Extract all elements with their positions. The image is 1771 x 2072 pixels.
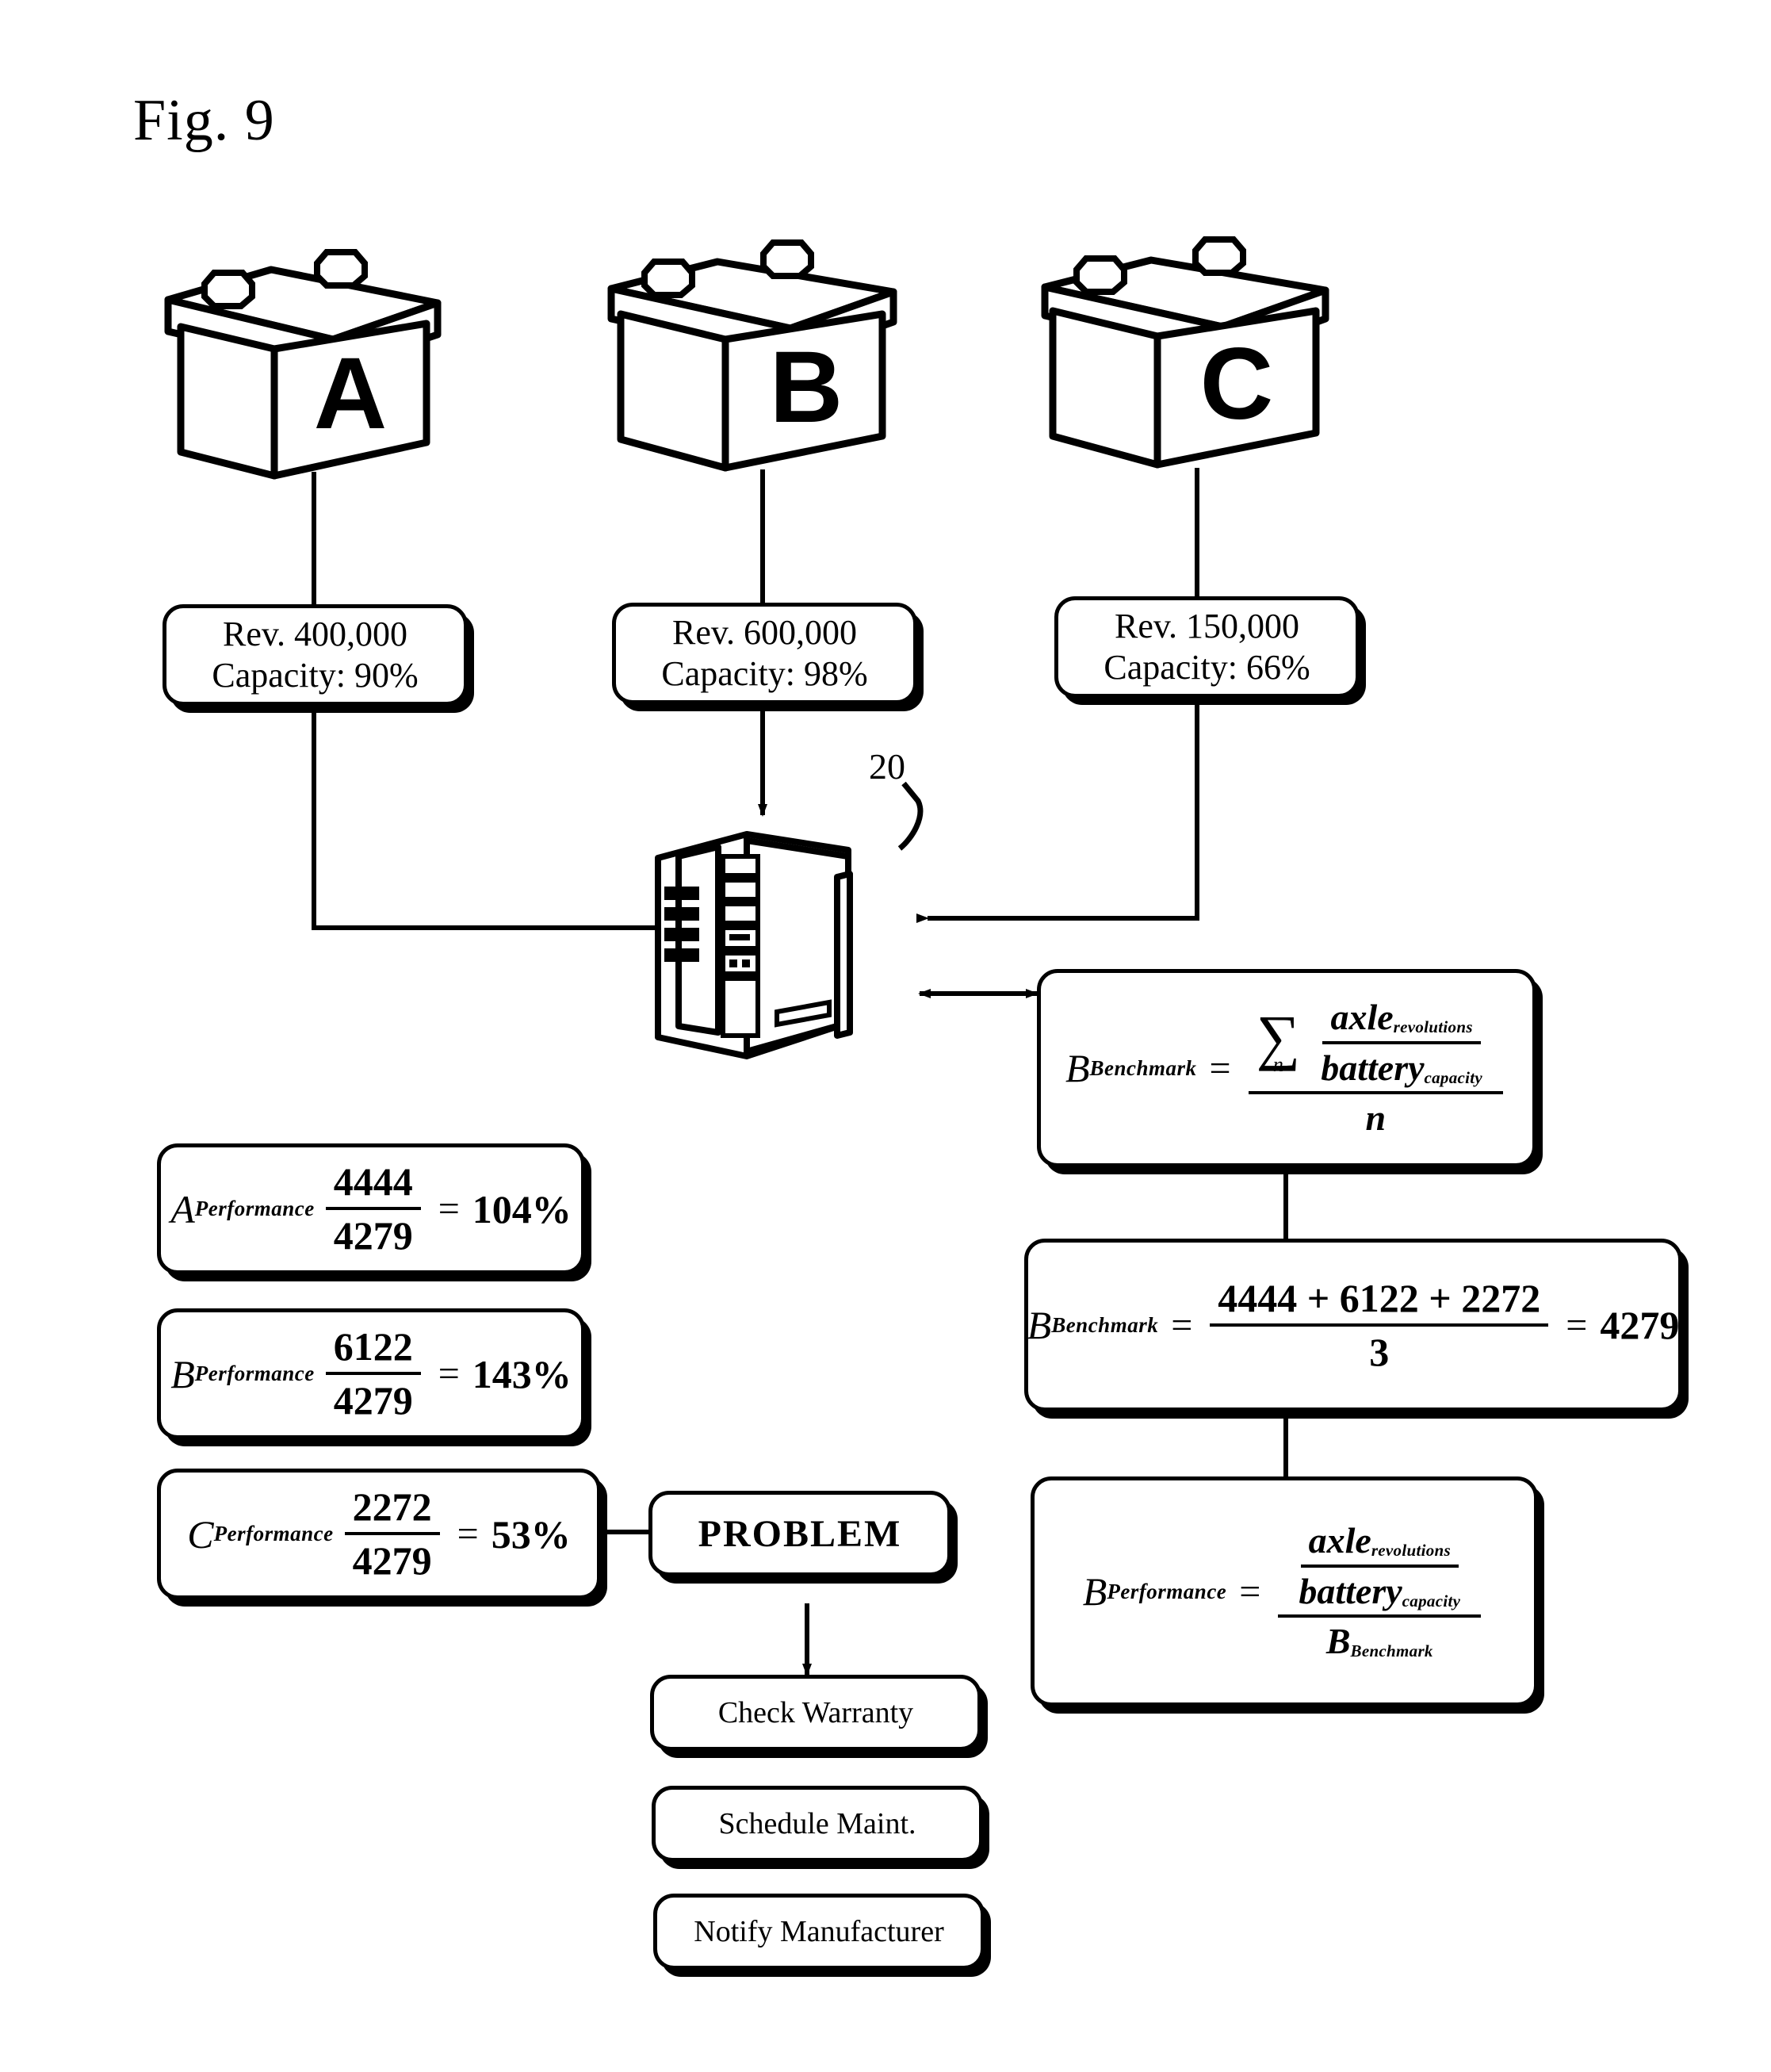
benchmark-numeric-equals: = — [1171, 1304, 1193, 1346]
perf-c-result: 53% — [491, 1511, 571, 1557]
battery-a-icon: A — [164, 249, 442, 480]
action-box-check-warranty: Check Warranty — [650, 1675, 981, 1751]
performance-general-formula-box: B Performance = axlerevolutions batteryca… — [1031, 1476, 1538, 1706]
benchmark-general-denominator: n — [1365, 1097, 1387, 1139]
perf-b-denominator: 4279 — [333, 1378, 413, 1423]
perf-axle-revolutions-base: axle — [1308, 1520, 1371, 1561]
battery-c-reading-box: Rev. 150,000 Capacity: 66% — [1054, 596, 1360, 698]
battery-a-reading-box: Rev. 400,000 Capacity: 90% — [163, 604, 468, 706]
battery-capacity-sub: capacity — [1424, 1067, 1483, 1087]
perf-a-sub: Performance — [194, 1197, 315, 1220]
perf-b-var: B — [170, 1351, 195, 1396]
patent-figure-page: Fig. 9 A B C 20 Rev. 400,000 Capacity: 9… — [0, 0, 1771, 2072]
battery-a-revolutions: Rev. 400,000 — [222, 615, 407, 654]
perf-denominator-base: B — [1325, 1621, 1351, 1662]
benchmark-general-lhs-var: B — [1065, 1046, 1090, 1090]
perf-denominator-sub: Benchmark — [1350, 1641, 1433, 1661]
perf-battery-capacity-base: battery — [1299, 1570, 1402, 1611]
benchmark-numeric-lhs-sub: Benchmark — [1051, 1312, 1159, 1337]
perf-c-var: C — [187, 1511, 214, 1557]
perf-battery-capacity-sub: capacity — [1402, 1591, 1461, 1610]
summation-index: n — [1272, 1053, 1283, 1076]
benchmark-general-equals: = — [1209, 1047, 1231, 1090]
action-label-notify-manufacturer: Notify Manufacturer — [694, 1915, 944, 1948]
performance-general-lhs-sub: Performance — [1107, 1579, 1227, 1603]
performance-result-box-b: B Performance 6122 4279 = 143% — [157, 1308, 585, 1439]
performance-result-box-c: C Performance 2272 4279 = 53% — [157, 1469, 601, 1599]
figure-label: Fig. 9 — [133, 88, 275, 153]
action-box-notify-manufacturer: Notify Manufacturer — [653, 1894, 985, 1970]
battery-a-letter: A — [314, 337, 387, 450]
action-label-check-warranty: Check Warranty — [717, 1696, 914, 1729]
benchmark-general-formula-box: B Benchmark = ∑ n axlerevolutions battery… — [1037, 969, 1536, 1167]
action-label-schedule-maint: Schedule Maint. — [718, 1807, 916, 1840]
perf-a-var: A — [170, 1186, 195, 1231]
battery-c-revolutions: Rev. 150,000 — [1114, 607, 1299, 646]
performance-general-equals: = — [1239, 1570, 1261, 1613]
benchmark-general-lhs-sub: Benchmark — [1089, 1055, 1197, 1080]
battery-b-reading-box: Rev. 600,000 Capacity: 98% — [612, 603, 917, 704]
benchmark-numeric-lhs-var: B — [1027, 1303, 1052, 1347]
perf-b-equals: = — [438, 1353, 460, 1395]
benchmark-numeric-result-equals: = — [1566, 1304, 1588, 1346]
reference-numeral-20: 20 — [869, 746, 905, 787]
battery-c-capacity: Capacity: 66% — [1104, 648, 1310, 687]
perf-axle-revolutions-sub: revolutions — [1371, 1541, 1451, 1561]
battery-b-capacity: Capacity: 98% — [661, 654, 868, 693]
perf-b-numerator: 6122 — [333, 1324, 413, 1369]
problem-label: PROBLEM — [698, 1512, 902, 1555]
perf-a-denominator: 4279 — [333, 1213, 413, 1258]
perf-c-numerator: 2272 — [352, 1484, 432, 1529]
benchmark-numeric-denominator: 3 — [1369, 1329, 1390, 1374]
perf-c-sub: Performance — [213, 1522, 334, 1545]
battery-b-revolutions: Rev. 600,000 — [671, 613, 857, 653]
benchmark-numeric-formula-box: B Benchmark = 4444 + 6122 + 2272 3 = 4279 — [1024, 1239, 1682, 1411]
server-computer-icon — [655, 831, 853, 1059]
perf-c-denominator: 4279 — [352, 1538, 432, 1583]
perf-b-sub: Performance — [194, 1362, 315, 1385]
perf-c-equals: = — [457, 1513, 479, 1555]
problem-box: PROBLEM — [648, 1491, 951, 1576]
perf-b-result: 143% — [472, 1351, 572, 1396]
benchmark-numeric-numerator: 4444 + 6122 + 2272 — [1218, 1275, 1541, 1320]
battery-capacity-base: battery — [1321, 1047, 1425, 1088]
battery-c-letter: C — [1200, 327, 1273, 441]
axle-revolutions-base: axle — [1330, 997, 1394, 1038]
battery-a-capacity: Capacity: 90% — [212, 656, 419, 695]
performance-general-lhs-var: B — [1082, 1569, 1107, 1614]
action-box-schedule-maint: Schedule Maint. — [652, 1786, 983, 1862]
battery-c-icon: C — [1041, 236, 1329, 469]
perf-a-result: 104% — [472, 1186, 572, 1231]
perf-a-equals: = — [438, 1188, 460, 1230]
perf-a-numerator: 4444 — [333, 1159, 413, 1204]
battery-b-letter: B — [770, 331, 843, 444]
performance-result-box-a: A Performance 4444 4279 = 104% — [157, 1143, 585, 1274]
benchmark-numeric-result: 4279 — [1600, 1303, 1680, 1347]
battery-b-icon: B — [607, 239, 897, 472]
axle-revolutions-sub: revolutions — [1393, 1017, 1473, 1037]
